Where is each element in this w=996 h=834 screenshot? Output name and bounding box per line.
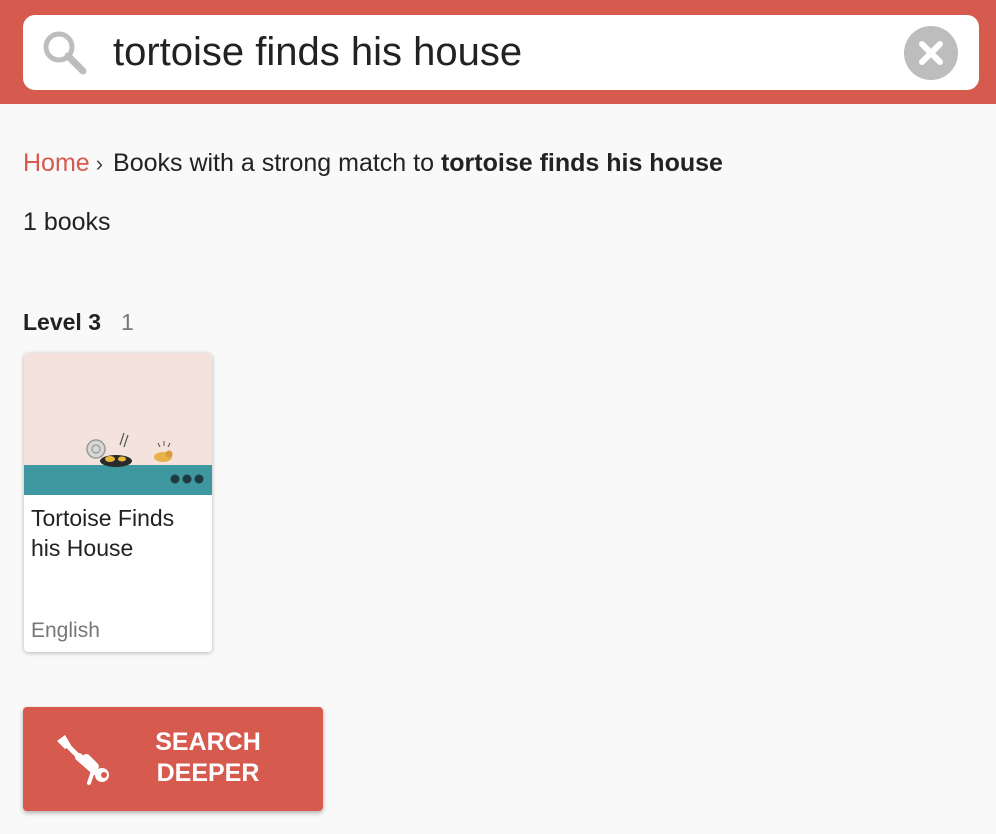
breadcrumb: Home › Books with a strong match to tortoi… (23, 149, 723, 178)
more-options-icon[interactable] (170, 474, 204, 484)
search-input[interactable] (113, 15, 873, 90)
book-title: Tortoise Finds his House (31, 505, 175, 561)
breadcrumb-home-link[interactable]: Home (23, 149, 90, 177)
book-language: English (31, 619, 100, 642)
level-count: 1 (121, 309, 134, 335)
clear-search-button[interactable] (904, 26, 958, 80)
breadcrumb-prefix: Books with a strong match to (113, 149, 441, 177)
search-box[interactable] (23, 15, 979, 90)
search-deeper-label: SEARCH DEEPER (155, 728, 261, 787)
top-search-bar (0, 0, 996, 104)
close-icon (919, 41, 943, 65)
book-cover-illustration (24, 353, 212, 495)
level-label: Level 3 (23, 309, 101, 335)
book-card[interactable]: Tortoise Finds his House English (24, 353, 212, 652)
diver-icon (57, 735, 109, 785)
breadcrumb-separator: › (95, 151, 104, 176)
search-deeper-button[interactable]: SEARCH DEEPER (23, 707, 323, 811)
level-heading: Level 3 1 (23, 309, 134, 336)
results-count: 1 books (23, 208, 111, 236)
breadcrumb-query: tortoise finds his house (440, 149, 723, 177)
search-icon (43, 31, 87, 75)
